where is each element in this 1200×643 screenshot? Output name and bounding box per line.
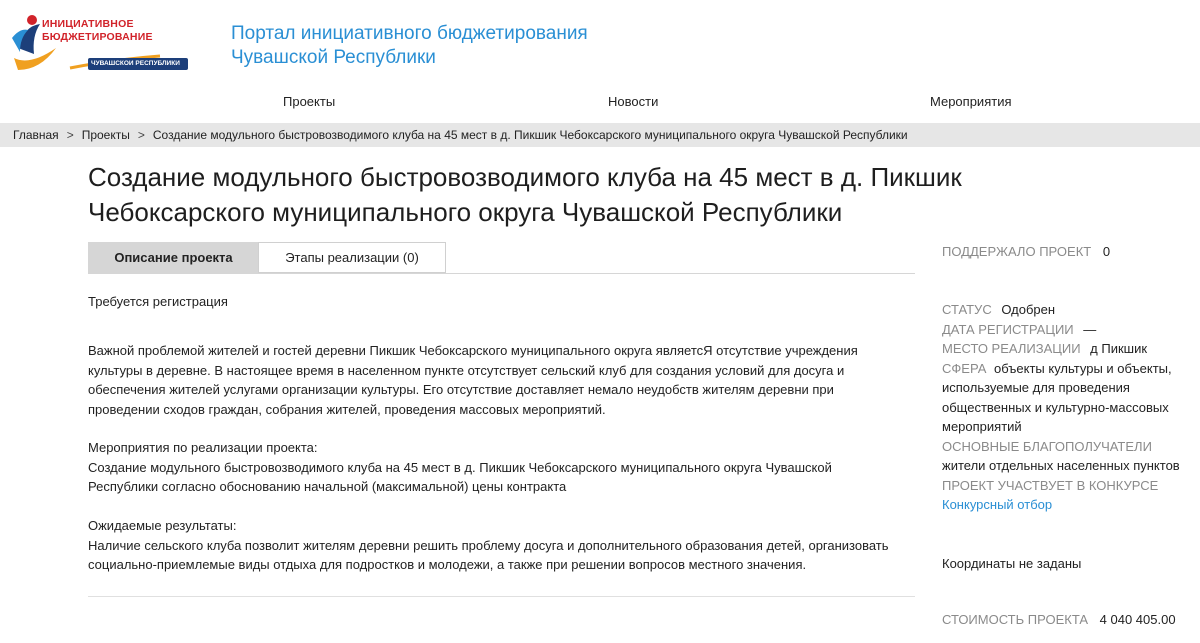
breadcrumb-projects[interactable]: Проекты: [82, 128, 130, 142]
portal-title[interactable]: Портал инициативного бюджетирования Чува…: [231, 22, 588, 70]
sphere-value-continued: мероприятий: [942, 419, 1022, 434]
supported-value: 0: [1102, 244, 1111, 259]
results-section: Ожидаемые результаты: Наличие сельского …: [88, 516, 908, 575]
breadcrumb-separator: >: [137, 128, 145, 142]
project-cost: СТОИМОСТЬ ПРОЕКТА 4 040 405.00: [942, 610, 1187, 630]
logo-text-line1: ИНИЦИАТИВНОЕ: [42, 18, 134, 30]
measures-heading: Мероприятия по реализации проекта:: [88, 440, 318, 455]
sphere-value-continued: общественных и культурно-массовых: [942, 399, 1169, 415]
measures-section: Мероприятия по реализации проекта: Созда…: [88, 438, 908, 497]
contest-link[interactable]: Конкурсный отбор: [942, 495, 1187, 515]
portal-title-line2: Чувашской Республики: [231, 47, 436, 68]
project-details: СТАТУС Одобрен ДАТА РЕГИСТРАЦИИ — МЕСТО …: [942, 300, 1187, 515]
top-navigation: Проекты Новости Мероприятия: [0, 84, 1200, 120]
cost-label: СТОИМОСТЬ ПРОЕКТА: [942, 612, 1089, 627]
beneficiaries-value: жители отдельных населенных пунктов: [942, 458, 1180, 473]
problem-line: Важной проблемой жителей и гостей деревн…: [88, 343, 858, 358]
registration-required-notice: Требуется регистрация: [88, 294, 228, 309]
contest-label: ПРОЕКТ УЧАСТВУЕТ В КОНКУРСЕ: [942, 477, 1159, 493]
measures-line: Создание модульного быстровозводимого кл…: [88, 459, 832, 475]
results-line: социально-приемлемые виды отдыха для под…: [88, 557, 807, 572]
results-heading: Ожидаемые результаты:: [88, 518, 237, 533]
content-divider: [88, 596, 915, 597]
nav-projects-link[interactable]: Проекты: [283, 94, 335, 109]
problem-line: обеспечения жителей услугами организации…: [88, 382, 834, 397]
support-count: ПОДДЕРЖАЛО ПРОЕКТ 0: [942, 242, 1187, 262]
cost-value: 4 040 405.00: [1099, 612, 1176, 627]
tab-description[interactable]: Описание проекта: [88, 242, 259, 273]
breadcrumb-current: Создание модульного быстровозводимого кл…: [152, 128, 908, 142]
nav-news-link[interactable]: Новости: [608, 94, 658, 109]
status-value: Одобрен: [1001, 302, 1056, 317]
reg-date-value: —: [1083, 321, 1097, 337]
tab-stages[interactable]: Этапы реализации (0): [258, 242, 446, 273]
logo-text-line2: БЮДЖЕТИРОВАНИЕ: [42, 31, 153, 43]
tabs-divider: [88, 273, 915, 274]
status-label: СТАТУС: [942, 302, 992, 317]
measures-line: Республики согласно обоснованию начально…: [88, 479, 567, 494]
results-line: Наличие сельского клуба позволит жителям…: [88, 537, 889, 553]
coordinates-info: Координаты не заданы: [942, 556, 1082, 571]
place-label: МЕСТО РЕАЛИЗАЦИИ: [942, 341, 1081, 356]
breadcrumb-home[interactable]: Главная: [13, 128, 59, 142]
problem-line: культуры в деревне. В настоящее время в …: [88, 362, 845, 378]
logo-ribbon-text: ЧУВАШСКОЙ РЕСПУБЛИКИ: [91, 60, 180, 67]
breadcrumb: Главная > Проекты > Создание модульного быст…: [0, 123, 1200, 147]
problem-line: проведении сходов граждан, собрания жите…: [88, 401, 606, 417]
page-title: Создание модульного быстровозводимого кл…: [88, 160, 1098, 230]
supported-label: ПОДДЕРЖАЛО ПРОЕКТ: [942, 244, 1092, 259]
portal-title-line1: Портал инициативного бюджетирования: [231, 23, 588, 44]
page-title-line1: Создание модульного быстровозводимого кл…: [88, 162, 962, 192]
beneficiaries-label: ОСНОВНЫЕ БЛАГОПОЛУЧАТЕЛИ: [942, 438, 1152, 454]
reg-date-label: ДАТА РЕГИСТРАЦИИ: [942, 321, 1074, 337]
project-tabs: Описание проекта Этапы реализации (0): [88, 242, 446, 274]
sphere-label: СФЕРА: [942, 360, 987, 376]
page-title-line2: Чебоксарского муниципального округа Чува…: [88, 197, 843, 227]
sphere-value-continued: используемые для проведения: [942, 380, 1130, 395]
sphere-value: объекты культуры и объекты,: [994, 360, 1172, 376]
problem-description: Важной проблемой жителей и гостей деревн…: [88, 341, 908, 419]
place-value: д Пикшик: [1090, 341, 1148, 356]
nav-events-link[interactable]: Мероприятия: [930, 94, 1012, 109]
breadcrumb-separator: >: [66, 128, 74, 142]
site-logo[interactable]: ИНИЦИАТИВНОЕ БЮДЖЕТИРОВАНИЕ ЧУВАШСКОЙ РЕ…: [10, 8, 190, 80]
